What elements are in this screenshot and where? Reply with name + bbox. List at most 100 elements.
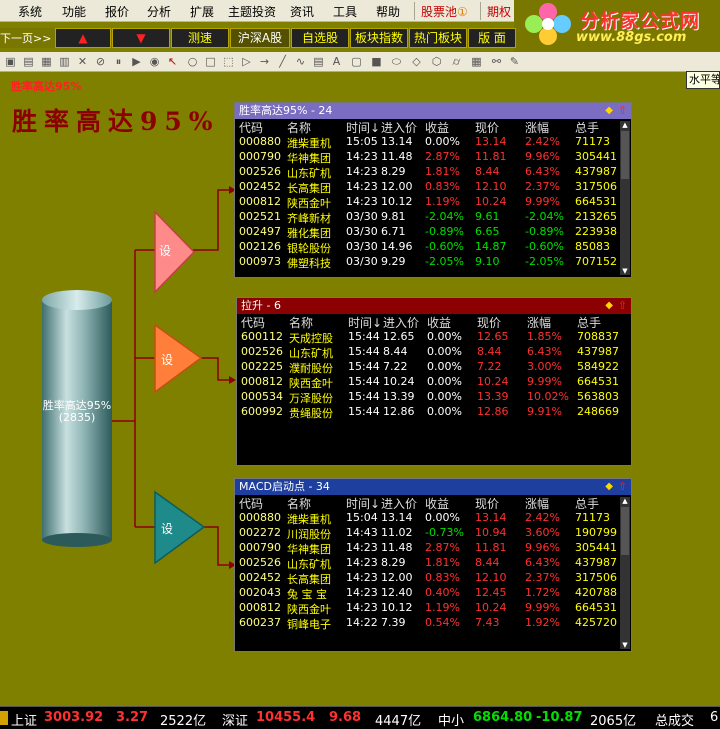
hs-a-share-button[interactable]: 沪深A股 (230, 28, 290, 48)
sector-index-button[interactable]: 板块指数 (350, 28, 408, 48)
gain: 1.19% (425, 195, 460, 208)
table-row[interactable]: 000812 陕西金叶 15:44 10.24 0.00% 10.24 9.99% 66453… (237, 374, 631, 390)
table-row[interactable]: 000534 万泽股份 15:44 13.39 0.00% 13.39 10.02% 5638… (237, 389, 631, 405)
next-page-link[interactable]: 下一页>> (0, 30, 51, 46)
maximize-icon[interactable]: ⇧ (618, 298, 627, 314)
record-icon[interactable]: ◉ (148, 55, 161, 68)
pin-icon[interactable]: ◆ (605, 298, 613, 314)
pause-icon[interactable]: ⏸ (112, 55, 125, 68)
menu-stock-pool[interactable]: 股票池① (421, 3, 468, 20)
cylinder-tool-icon[interactable]: ⌭ (450, 55, 463, 68)
triangle-tool-icon[interactable]: ▷ (240, 55, 253, 68)
table-tool-icon[interactable]: ▤ (312, 55, 325, 68)
paste-icon[interactable]: ▦ (40, 55, 53, 68)
menu-analysis[interactable]: 分析 (147, 3, 171, 20)
maximize-icon[interactable]: ⇧ (618, 103, 627, 119)
scrollbar[interactable]: ▲ ▼ (620, 121, 630, 275)
menu-quote[interactable]: 报价 (105, 3, 129, 20)
maximize-icon[interactable]: ⇧ (618, 479, 627, 495)
table-row[interactable]: 000973 佛塑科技 03/30 9.29 -2.05% 9.10 -2.05% 70715… (235, 254, 631, 270)
current-price: 10.24 (477, 375, 509, 388)
menu-function[interactable]: 功能 (62, 3, 86, 20)
table-row[interactable]: 002452 长高集团 14:23 12.00 0.83% 12.10 2.37% 31750… (235, 570, 631, 586)
stock-panel-winrate[interactable]: 胜率高达95% - 24 ◆ ⇧ 代码 名称 时间↓ 进入价 收益 现价 涨幅 总手 000880 潍柴… (234, 102, 632, 278)
table-row[interactable]: 002497 雅化集团 03/30 6.71 -0.89% 6.65 -0.89% 22393… (235, 224, 631, 240)
table-row[interactable]: 000790 华神集团 14:23 11.48 2.87% 11.81 9.96% 30544… (235, 540, 631, 556)
table-row[interactable]: 600992 贵绳股份 15:44 12.86 0.00% 12.86 9.91% 24866… (237, 404, 631, 420)
table-row[interactable]: 002526 山东矿机 14:23 8.29 1.81% 8.44 6.43% 437987 (235, 164, 631, 180)
watchlist-button[interactable]: 自选股 (291, 28, 349, 48)
table-row[interactable]: 000880 潍柴重机 15:04 13.14 0.00% 13.14 2.42% 71173 (235, 510, 631, 526)
menu-system[interactable]: 系统 (18, 3, 42, 20)
line-tool-icon[interactable]: ╱ (276, 55, 289, 68)
open-icon[interactable]: ▥ (58, 55, 71, 68)
text-tool-icon[interactable]: A (330, 55, 343, 68)
triangle-label-2[interactable]: 设 (161, 351, 173, 368)
scroll-thumb[interactable] (621, 131, 629, 179)
table-row[interactable]: 002526 山东矿机 15:44 8.44 0.00% 8.44 6.43% 437987 (237, 344, 631, 360)
panel-header[interactable]: MACD启动点 - 34 ◆ ⇧ (235, 479, 631, 495)
stock-panel-surge[interactable]: 拉升 - 6 ◆ ⇧ 代码 名称 时间↓ 进入价 收益 现价 涨幅 总手 600112 天成控股 15:4… (236, 297, 632, 466)
pin-icon[interactable]: ◆ (605, 479, 613, 495)
stock-panel-macd[interactable]: MACD启动点 - 34 ◆ ⇧ 代码 名称 时间↓ 进入价 收益 现价 涨幅 总手 000880 潍柴… (234, 478, 632, 652)
rect-tool-icon[interactable]: □ (204, 55, 217, 68)
panel-header[interactable]: 胜率高达95% - 24 ◆ ⇧ (235, 103, 631, 119)
down-button[interactable]: ▼ (112, 28, 170, 48)
table-row[interactable]: 002126 银轮股份 03/30 14.96 -0.60% 14.87 -0.60% 850… (235, 239, 631, 255)
table-row[interactable]: 600237 铜峰电子 14:22 7.39 0.54% 7.43 1.92% 425720 (235, 615, 631, 631)
circle-tool-icon[interactable]: ○ (186, 55, 199, 68)
dashed-rect-icon[interactable]: ⬚ (222, 55, 235, 68)
table-row[interactable]: 000812 陕西金叶 14:23 10.12 1.19% 10.24 9.99% 66453… (235, 194, 631, 210)
scroll-up-icon[interactable]: ▲ (620, 497, 630, 505)
table-row[interactable]: 000790 华神集团 14:23 11.48 2.87% 11.81 9.96% 30544… (235, 149, 631, 165)
menu-tools[interactable]: 工具 (333, 3, 357, 20)
up-button[interactable]: ▲ (55, 28, 111, 48)
signal-time: 14:43 (346, 526, 378, 539)
link-tool-icon[interactable]: ⚯ (490, 55, 503, 68)
table-row[interactable]: 002452 长高集团 14:23 12.00 0.83% 12.10 2.37% 31750… (235, 179, 631, 195)
table-row[interactable]: 002521 齐峰新材 03/30 9.81 -2.04% 9.61 -2.04% 21326… (235, 209, 631, 225)
menu-theme-invest[interactable]: 主题投资 (228, 3, 276, 20)
curve-tool-icon[interactable]: ∿ (294, 55, 307, 68)
pin-icon[interactable]: ◆ (605, 103, 613, 119)
pointer-icon[interactable]: ↖ (166, 55, 179, 68)
ellipse-tool-icon[interactable]: ⬭ (390, 55, 403, 68)
diamond-tool-icon[interactable]: ◇ (410, 55, 423, 68)
scrollbar[interactable]: ▲ ▼ (620, 497, 630, 649)
copy-icon[interactable]: ▤ (22, 55, 35, 68)
layout-button[interactable]: 版 面 (468, 28, 516, 48)
table-row[interactable]: 002043 兔 宝 宝 14:23 12.40 0.40% 12.45 1.72% 4207… (235, 585, 631, 601)
square-tool-icon[interactable]: ■ (370, 55, 383, 68)
menu-extend[interactable]: 扩展 (190, 3, 214, 20)
arrow-tool-icon[interactable]: → (258, 55, 271, 68)
gain: 2.87% (425, 150, 460, 163)
table-row[interactable]: 002526 山东矿机 14:23 8.29 1.81% 8.44 6.43% 437987 (235, 555, 631, 571)
play-icon[interactable]: ▶ (130, 55, 143, 68)
delete-icon[interactable]: ✕ (76, 55, 89, 68)
paint-tool-icon[interactable]: ✎ (508, 55, 521, 68)
table-row[interactable]: 002225 濮耐股份 15:44 7.22 0.00% 7.22 3.00% 584922 (237, 359, 631, 375)
triangle-label-1[interactable]: 设 (159, 242, 171, 259)
hexagon-tool-icon[interactable]: ⬡ (430, 55, 443, 68)
scroll-down-icon[interactable]: ▼ (620, 267, 630, 275)
panel-header[interactable]: 拉升 - 6 ◆ ⇧ (237, 298, 631, 314)
save-icon[interactable]: ▣ (4, 55, 17, 68)
table-row[interactable]: 002272 川润股份 14:43 11.02 -0.73% 10.94 3.60% 1907… (235, 525, 631, 541)
table-row[interactable]: 600112 天成控股 15:44 12.65 0.00% 12.65 1.85% 70883… (237, 329, 631, 345)
hot-sector-button[interactable]: 热门板块 (409, 28, 467, 48)
stock-code: 000534 (241, 390, 283, 403)
grid-tool-icon[interactable]: ▦ (470, 55, 483, 68)
table-row[interactable]: 000880 潍柴重机 15:05 13.14 0.00% 13.14 2.42% 71173 (235, 134, 631, 150)
stop-icon[interactable]: ⊘ (94, 55, 107, 68)
total-volume: 317506 (575, 571, 617, 584)
table-row[interactable]: 000812 陕西金叶 14:23 10.12 1.19% 10.24 9.99% 66453… (235, 600, 631, 616)
menu-options[interactable]: 期权 (487, 3, 511, 20)
menu-help[interactable]: 帮助 (376, 3, 400, 20)
scroll-down-icon[interactable]: ▼ (620, 641, 630, 649)
triangle-label-3[interactable]: 设 (161, 520, 173, 537)
scroll-up-icon[interactable]: ▲ (620, 121, 630, 129)
menu-news[interactable]: 资讯 (290, 3, 314, 20)
speed-test-button[interactable]: 测速 (171, 28, 229, 48)
scroll-thumb[interactable] (621, 507, 629, 555)
rounded-rect-icon[interactable]: ▢ (350, 55, 363, 68)
